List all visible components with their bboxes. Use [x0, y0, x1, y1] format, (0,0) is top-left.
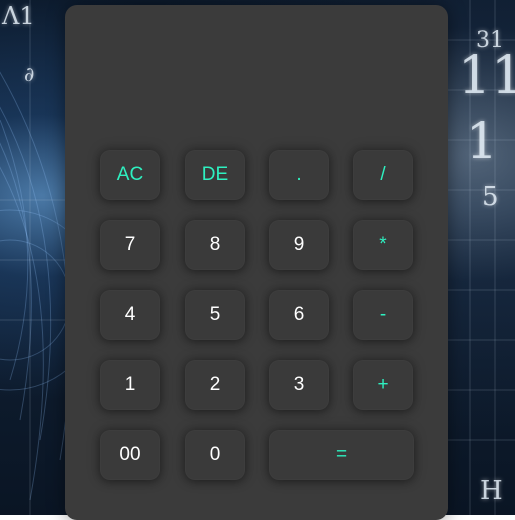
double-zero-button[interactable]: 00	[100, 430, 160, 480]
digit-7-button[interactable]: 7	[100, 220, 160, 270]
digit-0-button[interactable]: 0	[185, 430, 245, 480]
delete-button[interactable]: DE	[185, 150, 245, 200]
background-glyph: Λ1	[2, 2, 35, 30]
digit-6-button[interactable]: 6	[269, 290, 329, 340]
digit-3-button[interactable]: 3	[269, 360, 329, 410]
background-glyph: 5	[482, 182, 499, 212]
background-glyph: ∂	[24, 62, 35, 86]
digit-1-button[interactable]: 1	[100, 360, 160, 410]
digit-2-button[interactable]: 2	[185, 360, 245, 410]
digit-9-button[interactable]: 9	[269, 220, 329, 270]
digit-5-button[interactable]: 5	[185, 290, 245, 340]
background-glyph: 11	[458, 46, 515, 106]
digit-4-button[interactable]: 4	[100, 290, 160, 340]
divide-button[interactable]: /	[353, 150, 413, 200]
equals-button[interactable]: =	[269, 430, 414, 480]
calculator-display	[85, 25, 428, 135]
decimal-point-button[interactable]: .	[269, 150, 329, 200]
calculator-panel: AC DE . / 7 8 9 * 4 5 6 - 1 2 3 + 00 0 =	[65, 5, 448, 520]
background-glyph: 1	[466, 112, 498, 170]
add-button[interactable]: +	[353, 360, 413, 410]
multiply-button[interactable]: *	[353, 220, 413, 270]
all-clear-button[interactable]: AC	[100, 150, 160, 200]
digit-8-button[interactable]: 8	[185, 220, 245, 270]
background-glyph: H	[480, 476, 503, 506]
subtract-button[interactable]: -	[353, 290, 413, 340]
